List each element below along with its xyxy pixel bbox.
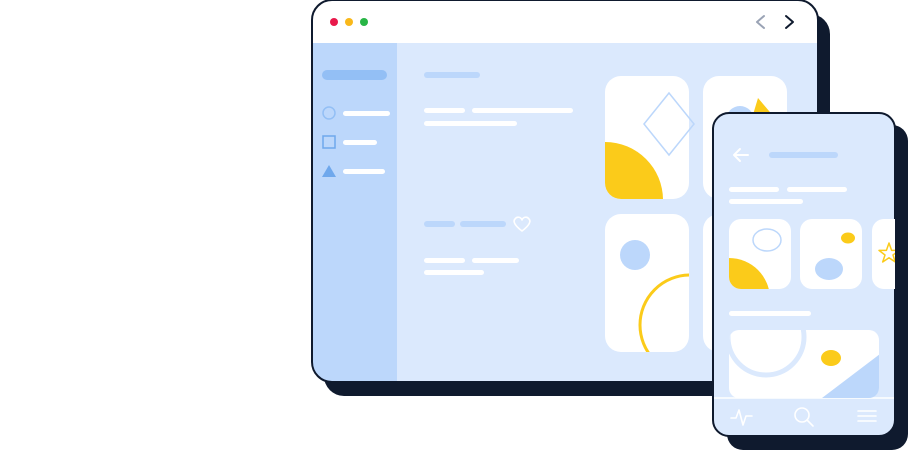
yellow-dot[interactable] xyxy=(345,18,353,26)
content-text-bar xyxy=(472,108,573,113)
device-illustration xyxy=(311,0,908,450)
blue-circle-shape xyxy=(620,240,650,270)
desktop-titlebar xyxy=(312,0,818,43)
content-text-bar xyxy=(424,258,465,263)
content-text-bar xyxy=(424,270,484,275)
mobile-text-bar xyxy=(787,187,847,192)
content-heading-bar xyxy=(424,72,480,78)
gallery-card-1[interactable] xyxy=(605,76,695,200)
mobile-card-2[interactable] xyxy=(800,219,862,289)
content-text-bar xyxy=(424,121,517,126)
mobile-text-bar xyxy=(729,187,779,192)
content-text-bar xyxy=(472,258,519,263)
sidebar-active-item[interactable] xyxy=(322,70,387,80)
desktop-sidebar xyxy=(312,43,397,382)
content-text-bar xyxy=(424,108,465,113)
sidebar-item-3-bar[interactable] xyxy=(343,169,385,174)
sidebar-item-1-bar[interactable] xyxy=(343,111,390,116)
yellow-ellipse xyxy=(821,350,841,366)
mobile-title-bar xyxy=(769,152,838,158)
mobile-text-bar xyxy=(729,199,803,204)
red-dot[interactable] xyxy=(330,18,338,26)
sidebar-item-2-bar[interactable] xyxy=(343,140,377,145)
green-dot[interactable] xyxy=(360,18,368,26)
mobile-section-bar xyxy=(729,311,811,316)
content-tag-bar xyxy=(424,221,455,227)
content-tag-bar xyxy=(460,221,506,227)
blue-ellipse xyxy=(815,258,843,280)
illustration xyxy=(0,0,908,467)
yellow-ellipse xyxy=(841,232,855,244)
mobile-card-1[interactable] xyxy=(729,219,791,299)
